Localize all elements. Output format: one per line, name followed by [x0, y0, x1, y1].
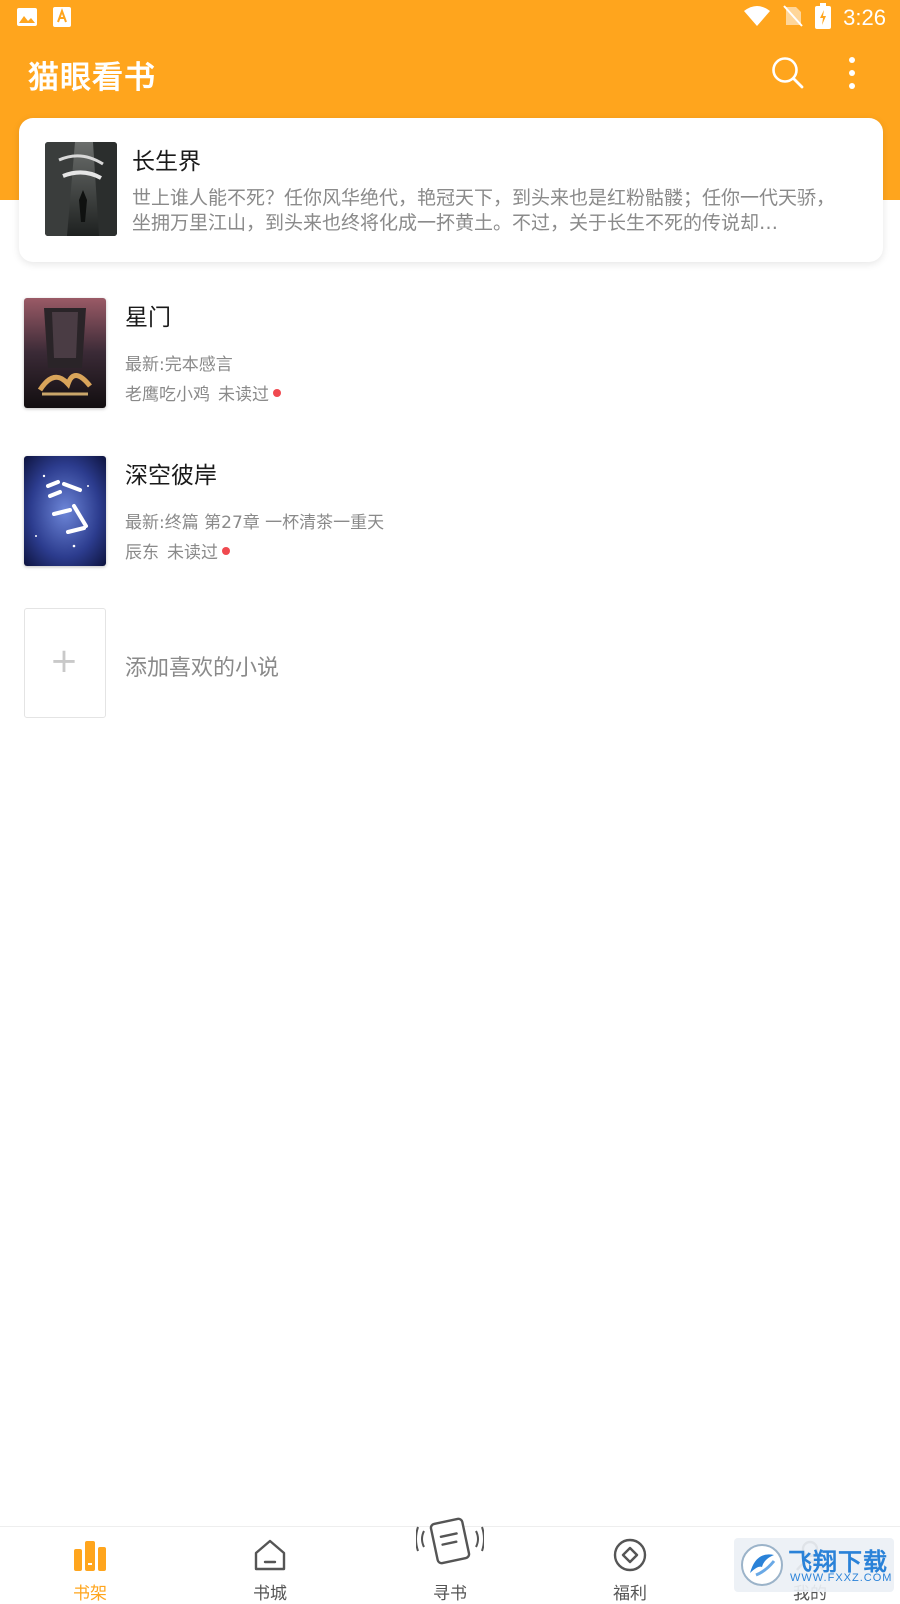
book-author: 老鹰吃小鸡 [125, 385, 210, 405]
nav-label: 福利 [613, 1584, 647, 1604]
book-meta: 辰东 未读过 [125, 538, 230, 563]
wifi-icon [743, 5, 771, 31]
unread-dot-icon [222, 546, 230, 555]
find-book-icon [415, 1515, 485, 1567]
app-title: 猫眼看书 [28, 60, 156, 96]
bookshelf-icon [72, 1537, 108, 1573]
featured-book-title: 长生界 [132, 149, 201, 175]
status-bar: 3:26 [0, 0, 900, 36]
search-icon[interactable] [770, 55, 806, 91]
nav-item-bookstore[interactable]: 书城 [210, 1527, 330, 1604]
book-cover[interactable] [24, 298, 106, 408]
watermark-logo-icon [740, 1543, 784, 1587]
home-icon [252, 1537, 288, 1573]
watermark: 飞翔下载 WWW.FXXZ.COM [734, 1538, 894, 1592]
book-title: 深空彼岸 [125, 463, 217, 489]
add-book-button[interactable]: + 添加喜欢的小说 [24, 608, 884, 720]
book-cover[interactable] [24, 456, 106, 566]
book-meta: 老鹰吃小鸡 未读过 [125, 380, 281, 405]
nav-label: 寻书 [433, 1584, 467, 1604]
nav-item-bookshelf[interactable]: 书架 [30, 1527, 150, 1604]
list-item[interactable]: 深空彼岸 最新:终篇 第27章 一杯清茶一重天 辰东 未读过 [24, 456, 884, 568]
featured-book-description: 世上谁人能不死？任你风华绝代，艳冠天下，到头来也是红粉骷髅；任你一代天骄，坐拥万… [132, 187, 836, 234]
unread-dot-icon [273, 388, 281, 397]
plus-icon: + [49, 641, 79, 681]
welfare-icon [612, 1537, 648, 1573]
read-status: 未读过 [167, 543, 218, 563]
read-status: 未读过 [218, 385, 269, 405]
battery-icon [815, 3, 832, 33]
status-time: 3:26 [843, 5, 886, 30]
book-title: 星门 [125, 305, 171, 331]
list-item[interactable]: 星门 最新:完本感言 老鹰吃小鸡 未读过 [24, 298, 884, 410]
book-latest-chapter: 最新:完本感言 [125, 355, 233, 375]
more-options-icon[interactable] [842, 55, 862, 91]
featured-book-card[interactable]: 长生界 世上谁人能不死？任你风华绝代，艳冠天下，到头来也是红粉骷髅；任你一代天骄… [19, 118, 883, 262]
book-author: 辰东 [125, 543, 159, 563]
nav-label: 书城 [253, 1584, 287, 1604]
add-book-label: 添加喜欢的小说 [125, 656, 280, 681]
no-sim-icon [783, 5, 803, 31]
font-notification-icon [52, 6, 72, 32]
book-latest-chapter: 最新:终篇 第27章 一杯清茶一重天 [125, 513, 385, 533]
watermark-url: WWW.FXXZ.COM [790, 1572, 893, 1584]
nav-item-welfare[interactable]: 福利 [570, 1527, 690, 1604]
image-notification-icon [16, 6, 38, 32]
featured-book-cover[interactable] [45, 142, 117, 236]
nav-label: 书架 [73, 1584, 107, 1604]
nav-item-find-book[interactable]: 寻书 [390, 1517, 510, 1604]
